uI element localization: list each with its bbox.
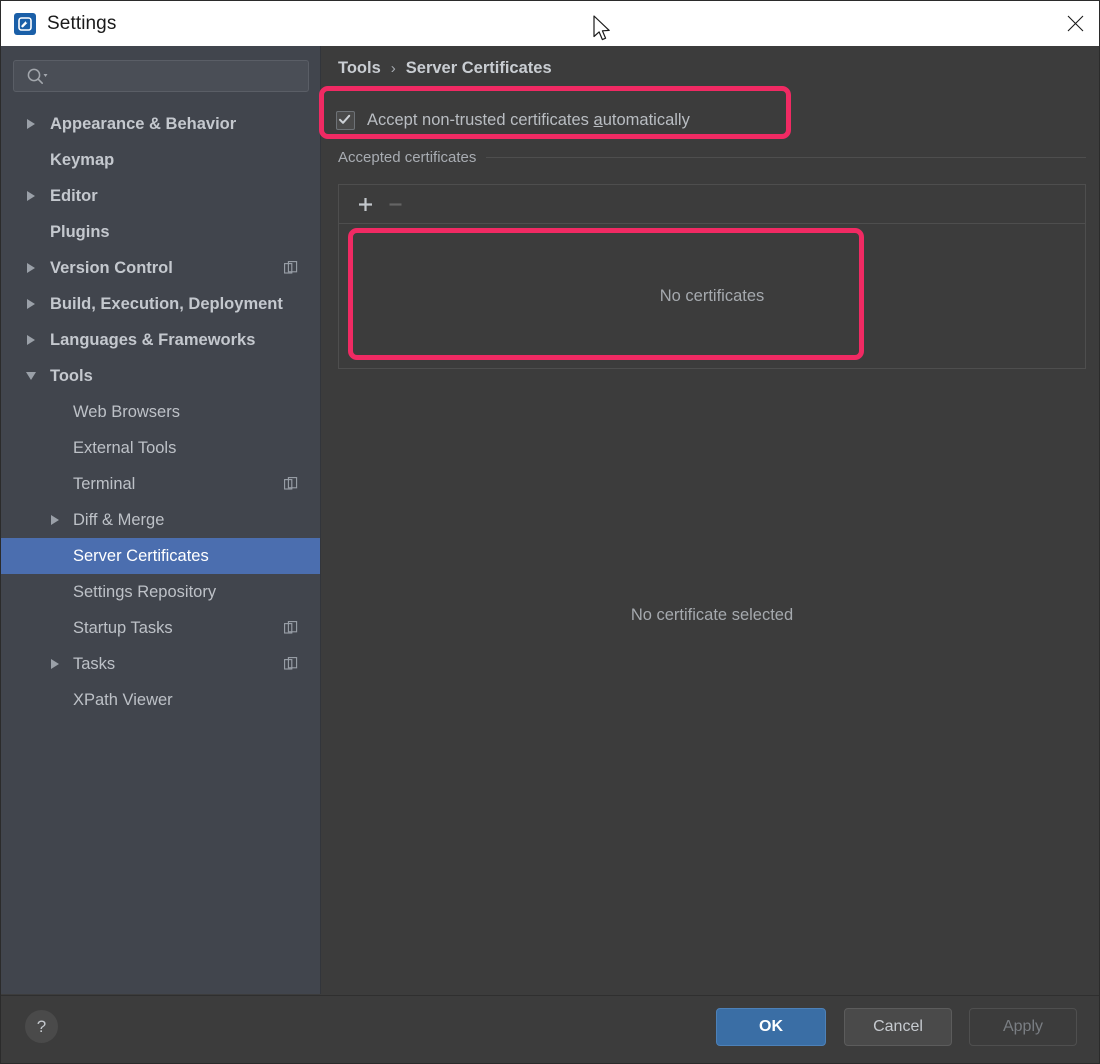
triangle-glyph [51,515,59,525]
accept-nontrusted-certificates-checkbox[interactable] [336,110,355,130]
sidebar-item-languages-frameworks[interactable]: Languages & Frameworks [1,322,320,358]
settings-dialog: Settings Appearance & Behavior Keymap Edit… [0,0,1100,1064]
sidebar-item-xpath-viewer[interactable]: XPath Viewer [1,682,320,718]
close-icon[interactable] [1049,1,1099,46]
app-logo-icon [14,12,36,35]
sidebar-item-label: Startup Tasks [73,618,173,637]
chevron-right-icon[interactable] [24,333,38,347]
search-input[interactable] [13,60,309,92]
chevron-right-icon[interactable] [24,117,38,131]
copy-settings-icon [284,261,298,275]
sidebar-item-label: Build, Execution, Deployment [50,294,283,313]
cancel-button[interactable]: Cancel [844,1008,952,1046]
remove-certificate-button[interactable] [380,190,410,218]
certificates-toolbar [339,185,1085,224]
search-field-wrapper [13,60,309,92]
accept-nontrusted-certificates-row[interactable]: Accept non-trusted certificates automati… [336,103,690,137]
triangle-glyph [51,659,59,669]
sidebar-item-editor[interactable]: Editor [1,178,320,214]
sidebar-item-keymap[interactable]: Keymap [1,142,320,178]
sidebar-item-label: Version Control [50,258,173,277]
group-separator-line [486,157,1086,158]
window-title: Settings [47,12,117,34]
accepted-certificates-group-header: Accepted certificates [338,149,1086,166]
minus-icon [389,202,401,206]
title-bar: Settings [1,1,1099,46]
sidebar-item-startup-tasks[interactable]: Startup Tasks [1,610,320,646]
certificates-list[interactable]: No certificates [339,224,1085,369]
sidebar-item-label: Editor [50,186,98,205]
copy-settings-icon [284,657,298,671]
sidebar-item-label: Keymap [50,150,115,169]
add-certificate-button[interactable] [350,190,380,218]
accepted-certificates-group-title: Accepted certificates [338,149,477,166]
sidebar-item-label: Terminal [73,474,136,493]
chevron-down-icon[interactable] [24,369,38,383]
sidebar-item-label: Plugins [50,222,110,241]
chevron-right-icon[interactable] [48,513,62,527]
sidebar-item-web-browsers[interactable]: Web Browsers [1,394,320,430]
triangle-glyph [27,263,35,273]
ok-button[interactable]: OK [716,1008,826,1046]
sidebar-item-label: XPath Viewer [73,690,173,709]
chevron-right-icon[interactable] [24,189,38,203]
chevron-right-icon[interactable] [24,261,38,275]
sidebar-item-label: Web Browsers [73,402,180,421]
settings-sidebar: Appearance & Behavior Keymap Editor Plugins… [1,46,321,994]
checkbox-label-part2: utomatically [602,110,690,129]
sidebar-item-terminal[interactable]: Terminal [1,466,320,502]
apply-button[interactable]: Apply [969,1008,1077,1046]
triangle-glyph [27,335,35,345]
copy-settings-icon [284,477,298,491]
sidebar-item-label: Server Certificates [73,546,209,565]
sidebar-item-settings-repository[interactable]: Settings Repository [1,574,320,610]
dialog-footer: ? OK Cancel Apply [1,995,1099,1063]
settings-tree: Appearance & Behavior Keymap Editor Plugins… [1,106,320,718]
sidebar-item-plugins[interactable]: Plugins [1,214,320,250]
sidebar-item-tools[interactable]: Tools [1,358,320,394]
chevron-right-icon[interactable] [24,297,38,311]
help-button[interactable]: ? [25,1010,58,1043]
settings-content-pane: Tools › Server Certificates Accept non-t… [322,46,1099,994]
breadcrumb-separator-icon: › [390,60,396,77]
breadcrumb-parent[interactable]: Tools [338,59,381,78]
sidebar-item-tasks[interactable]: Tasks [1,646,320,682]
triangle-glyph [27,119,35,129]
empty-list-message: No certificates [659,287,765,305]
sidebar-item-label: Tasks [73,654,116,673]
triangle-glyph [27,191,35,201]
breadcrumb-current: Server Certificates [405,59,552,77]
breadcrumb: Tools › Server Certificates [338,59,552,78]
sidebar-item-version-control[interactable]: Version Control [1,250,320,286]
plus-icon [358,197,372,211]
sidebar-item-label: Diff & Merge [73,510,165,529]
sidebar-item-external-tools[interactable]: External Tools [1,430,320,466]
sidebar-item-label: Tools [50,366,93,385]
triangle-glyph [27,299,35,309]
no-certificate-selected-message: No certificate selected [630,606,794,624]
accepted-certificates-panel: No certificates [338,184,1086,369]
triangle-glyph [26,372,36,380]
sidebar-item-label: External Tools [73,438,177,457]
checkbox-label-mnemonic: a [593,110,603,129]
sidebar-item-appearance-behavior[interactable]: Appearance & Behavior [1,106,320,142]
sidebar-item-diff-merge[interactable]: Diff & Merge [1,502,320,538]
checkbox-label-part1: Accept non-trusted certificates [367,110,594,129]
sidebar-item-label: Languages & Frameworks [50,330,256,349]
sidebar-item-server-certificates[interactable]: Server Certificates [1,538,320,574]
copy-settings-icon [284,621,298,635]
chevron-right-icon[interactable] [48,657,62,671]
sidebar-item-label: Appearance & Behavior [50,114,237,133]
accept-nontrusted-certificates-label: Accept non-trusted certificates automati… [367,111,690,130]
sidebar-item-label: Settings Repository [73,582,217,601]
sidebar-item-build-execution-deployment[interactable]: Build, Execution, Deployment [1,286,320,322]
